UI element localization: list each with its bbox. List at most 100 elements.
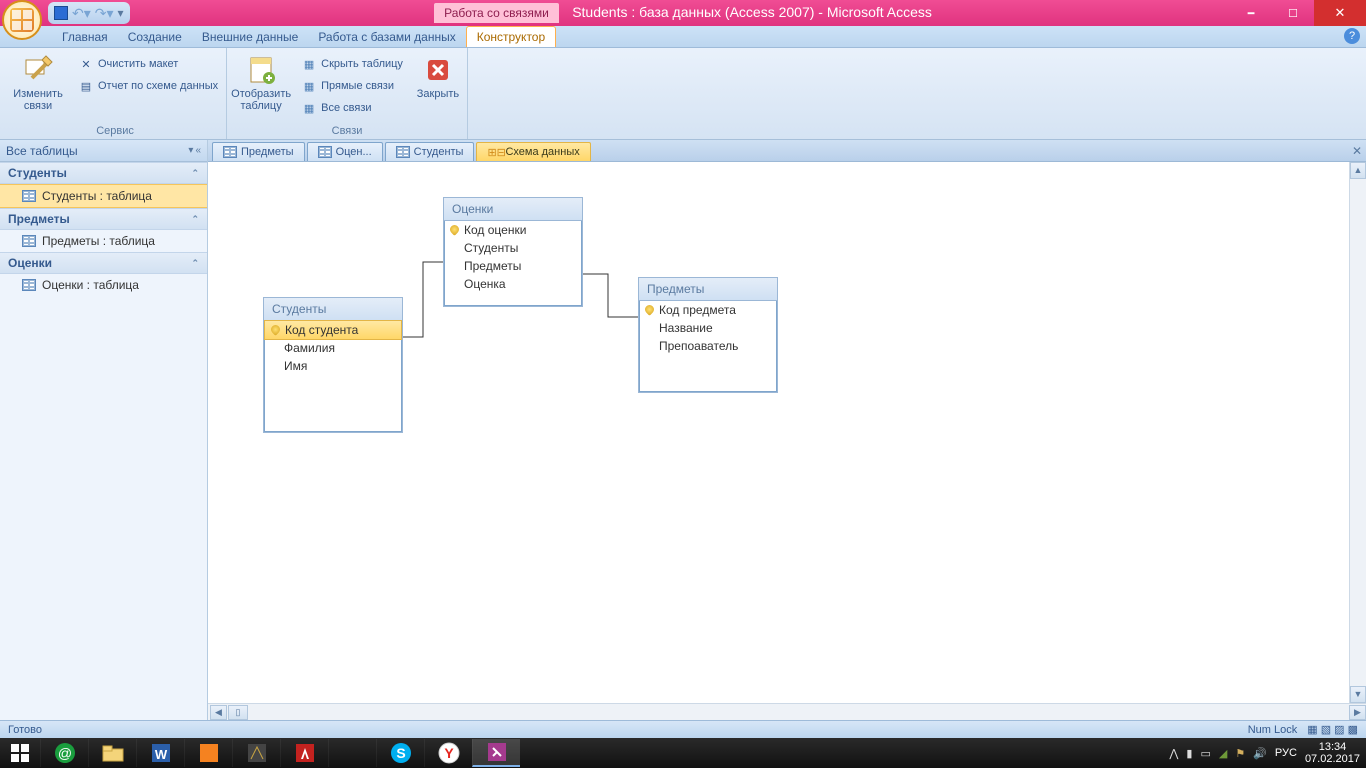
record-selector-icon[interactable]: ▯ bbox=[228, 705, 248, 720]
schema-table-title[interactable]: Студенты bbox=[264, 298, 402, 321]
nav-group-head[interactable]: Оценки⌃ bbox=[0, 252, 207, 274]
office-button[interactable] bbox=[2, 0, 42, 40]
report-icon: ▤ bbox=[78, 78, 94, 94]
edit-relations-button[interactable]: Изменить связи bbox=[8, 50, 68, 112]
nav-dropdown-icon[interactable]: ▾ bbox=[188, 145, 193, 156]
taskbar-word[interactable]: W bbox=[136, 739, 184, 767]
show-table-label: Отобразить таблицу bbox=[231, 88, 291, 112]
vertical-scrollbar[interactable]: ▲ ▼ bbox=[1349, 162, 1366, 703]
close-window-button[interactable] bbox=[1314, 0, 1366, 26]
close-button[interactable]: Закрыть bbox=[413, 50, 463, 100]
schema-field[interactable]: Код студента bbox=[264, 320, 402, 340]
nav-item[interactable]: Предметы : таблица bbox=[0, 230, 207, 252]
nav-group-head[interactable]: Студенты⌃ bbox=[0, 162, 207, 184]
app-title: Students : база данных (Access 2007) - M… bbox=[572, 4, 932, 20]
ribbon-tabs: Главная Создание Внешние данные Работа с… bbox=[0, 26, 1366, 48]
tab-external-data[interactable]: Внешние данные bbox=[192, 27, 309, 47]
tab-create[interactable]: Создание bbox=[118, 27, 192, 47]
schema-field[interactable]: Код предмета bbox=[639, 301, 777, 319]
table-icon bbox=[22, 235, 36, 247]
schema-field[interactable]: Студенты bbox=[444, 239, 582, 257]
tray-chevron-icon[interactable]: ⋀ bbox=[1169, 747, 1178, 760]
start-button[interactable] bbox=[0, 738, 40, 768]
schema-table[interactable]: ПредметыКод предметаНазваниеПрепоаватель bbox=[638, 277, 778, 393]
table-icon bbox=[396, 146, 410, 158]
direct-relations-button[interactable]: ▦Прямые связи bbox=[297, 76, 407, 96]
tab-designer[interactable]: Конструктор bbox=[466, 26, 556, 47]
taskbar-app-4[interactable] bbox=[184, 739, 232, 767]
tray-battery-icon[interactable]: ▭ bbox=[1200, 747, 1210, 760]
table-icon bbox=[223, 146, 237, 158]
hide-table-button[interactable]: ▦Скрыть таблицу bbox=[297, 54, 407, 74]
table-icon bbox=[22, 279, 36, 291]
clear-layout-icon: ✕ bbox=[78, 56, 94, 72]
minimize-button[interactable] bbox=[1230, 0, 1272, 26]
schema-field[interactable]: Код оценки bbox=[444, 221, 582, 239]
main-area: Все таблицы ▾« Студенты⌃Студенты : табли… bbox=[0, 140, 1366, 720]
ribbon-group-relations: Отобразить таблицу ▦Скрыть таблицу ▦Прям… bbox=[227, 48, 468, 139]
taskbar-yandex[interactable]: Y bbox=[424, 739, 472, 767]
schema-field[interactable]: Фамилия bbox=[264, 339, 402, 357]
tab-database-tools[interactable]: Работа с базами данных bbox=[308, 27, 465, 47]
schema-table[interactable]: ОценкиКод оценкиСтудентыПредметыОценка bbox=[443, 197, 583, 307]
table-icon bbox=[22, 190, 36, 202]
schema-table-title[interactable]: Предметы bbox=[639, 278, 777, 301]
taskbar-adobe[interactable] bbox=[280, 739, 328, 767]
doc-tab[interactable]: Предметы bbox=[212, 142, 305, 161]
undo-icon[interactable]: ↶▾ bbox=[72, 5, 91, 22]
ribbon-group-service: Изменить связи ✕Очистить макет ▤Отчет по… bbox=[4, 48, 227, 139]
relation-report-button[interactable]: ▤Отчет по схеме данных bbox=[74, 76, 222, 96]
view-buttons[interactable]: ▦ ▧ ▨ ▩ bbox=[1307, 723, 1358, 736]
tray-language[interactable]: РУС bbox=[1275, 747, 1297, 759]
scroll-up-button[interactable]: ▲ bbox=[1350, 162, 1366, 179]
qat-dropdown-icon[interactable]: ▾ bbox=[118, 6, 124, 20]
close-tab-button[interactable]: ✕ bbox=[1352, 144, 1362, 158]
taskbar-access[interactable] bbox=[472, 739, 520, 767]
relations-canvas[interactable]: СтудентыКод студентаФамилияИмяОценкиКод … bbox=[208, 162, 1349, 703]
schema-field[interactable]: Предметы bbox=[444, 257, 582, 275]
scroll-right-button[interactable]: ▶ bbox=[1349, 705, 1366, 720]
group-relations-label: Связи bbox=[231, 123, 463, 139]
nav-collapse-icon[interactable]: « bbox=[195, 145, 201, 156]
help-button[interactable]: ? bbox=[1344, 28, 1360, 44]
close-icon bbox=[422, 54, 454, 86]
group-service-label: Сервис bbox=[8, 123, 222, 139]
schema-table[interactable]: СтудентыКод студентаФамилияИмя bbox=[263, 297, 403, 433]
schema-field[interactable]: Имя bbox=[264, 357, 402, 375]
schema-field[interactable]: Название bbox=[639, 319, 777, 337]
svg-text:S: S bbox=[396, 745, 405, 761]
scroll-down-button[interactable]: ▼ bbox=[1350, 686, 1366, 703]
schema-field[interactable]: Препоаватель bbox=[639, 337, 777, 355]
nav-header[interactable]: Все таблицы ▾« bbox=[0, 140, 207, 162]
clear-layout-button[interactable]: ✕Очистить макет bbox=[74, 54, 222, 74]
taskbar-app-5[interactable] bbox=[232, 739, 280, 767]
nav-item[interactable]: Студенты : таблица bbox=[0, 184, 207, 208]
show-table-button[interactable]: Отобразить таблицу bbox=[231, 50, 291, 112]
schema-field[interactable]: Оценка bbox=[444, 275, 582, 293]
taskbar-explorer[interactable] bbox=[88, 739, 136, 767]
redo-icon[interactable]: ↷▾ bbox=[95, 5, 114, 22]
nav-item[interactable]: Оценки : таблица bbox=[0, 274, 207, 296]
all-relations-button[interactable]: ▦Все связи bbox=[297, 98, 407, 118]
schema-table-title[interactable]: Оценки bbox=[444, 198, 582, 221]
tab-home[interactable]: Главная bbox=[52, 27, 118, 47]
maximize-button[interactable] bbox=[1272, 0, 1314, 26]
doc-tab[interactable]: ⊞⊟Схема данных bbox=[476, 142, 590, 161]
doc-tab[interactable]: Студенты bbox=[385, 142, 475, 161]
tray-shield-icon[interactable]: ◢ bbox=[1219, 747, 1227, 760]
tray-clock[interactable]: 13:34 07.02.2017 bbox=[1305, 741, 1360, 765]
scroll-left-button[interactable]: ◀ bbox=[210, 705, 227, 720]
title-bar: ↶▾ ↷▾ ▾ Работа со связями Students : баз… bbox=[0, 0, 1366, 26]
nav-group-head[interactable]: Предметы⌃ bbox=[0, 208, 207, 230]
taskbar-app-1[interactable]: @ bbox=[40, 739, 88, 767]
tray-volume-icon[interactable]: 🔊 bbox=[1253, 747, 1267, 760]
horizontal-scrollbar[interactable]: ◀ ▯ ▶ bbox=[208, 703, 1366, 720]
doc-tab[interactable]: Оцен... bbox=[307, 142, 383, 161]
schema-icon: ⊞⊟ bbox=[487, 146, 501, 158]
svg-text:Y: Y bbox=[444, 745, 454, 761]
tray-network-icon[interactable]: ▮ bbox=[1186, 747, 1192, 760]
tray-flag-icon[interactable]: ⚑ bbox=[1235, 747, 1245, 760]
taskbar-skype[interactable]: S bbox=[376, 739, 424, 767]
close-label: Закрыть bbox=[417, 88, 459, 100]
save-icon[interactable] bbox=[54, 6, 68, 20]
